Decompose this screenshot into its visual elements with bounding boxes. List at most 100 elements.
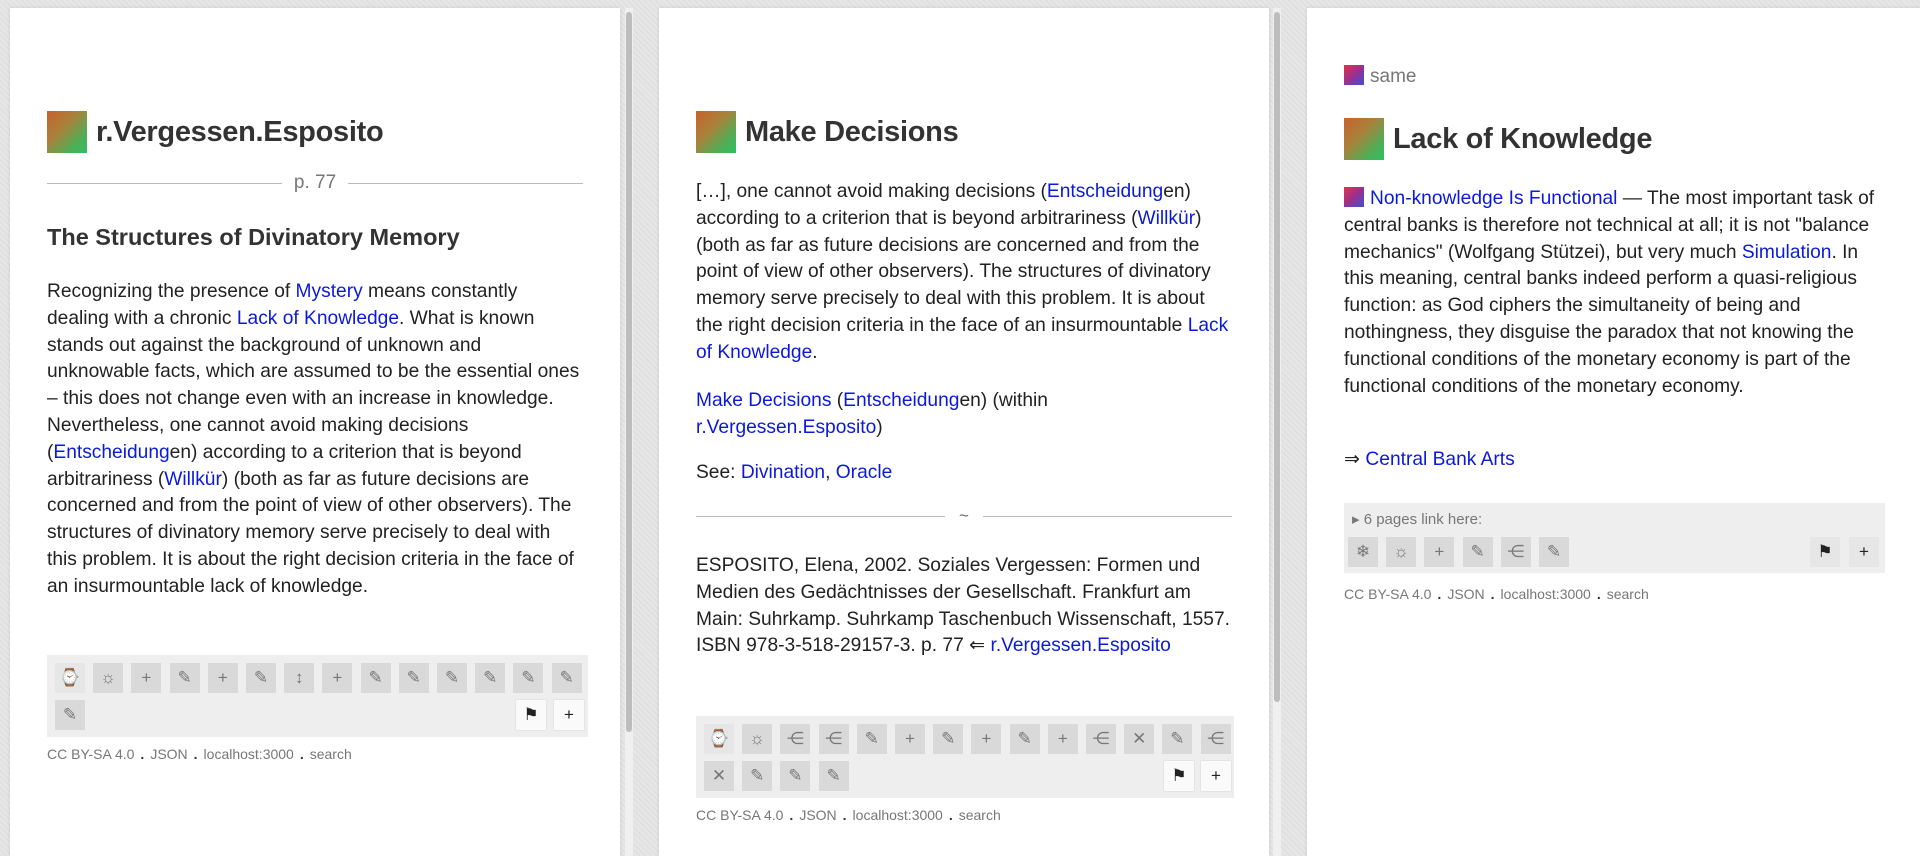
- wiki-link[interactable]: Divination: [741, 462, 825, 483]
- page-title[interactable]: Lack of Knowledge: [1393, 123, 1652, 156]
- fork-flag-button[interactable]: ⚑: [516, 700, 546, 730]
- context-paragraph: Make Decisions (Entscheidungen) (within …: [696, 388, 1232, 442]
- footer-separator: .: [140, 746, 145, 762]
- wiki-link[interactable]: r.Vergessen.Esposito: [990, 635, 1170, 656]
- footer-link[interactable]: localhost:3000: [1501, 586, 1591, 602]
- footer-link[interactable]: JSON: [799, 807, 836, 823]
- wiki-link[interactable]: Willkür: [164, 469, 222, 490]
- footer-link[interactable]: search: [959, 807, 1001, 823]
- journal-action-button[interactable]: ⋲: [780, 724, 811, 754]
- plus-icon: +: [332, 668, 343, 687]
- journal-action-button[interactable]: ✎: [1162, 724, 1193, 754]
- journal-action-button[interactable]: +: [971, 724, 1002, 754]
- journal-action-button[interactable]: ✎: [475, 663, 506, 693]
- page-footer: CC BY-SA 4.0. JSON. localhost:3000. search: [1344, 586, 1649, 602]
- journal-action-button[interactable]: ⌚: [55, 663, 85, 693]
- journal-action-button[interactable]: ✎: [169, 663, 200, 693]
- journal-action-button[interactable]: ✎: [513, 663, 544, 693]
- journal-action-button[interactable]: ☼: [742, 724, 773, 754]
- journal-action-button[interactable]: +: [131, 663, 162, 693]
- wiki-link[interactable]: Entscheidung: [843, 390, 959, 411]
- journal-action-button[interactable]: +: [322, 663, 353, 693]
- journal-action-button[interactable]: ✎: [780, 761, 811, 791]
- journal-action-button[interactable]: ⋲: [1200, 724, 1231, 754]
- page-title[interactable]: Make Decisions: [745, 116, 959, 149]
- journal-action-button[interactable]: ✎: [1462, 537, 1493, 567]
- scrollbar-thumb[interactable]: [1274, 12, 1280, 702]
- pencil-icon: ✎: [62, 705, 78, 724]
- add-factory-button[interactable]: +: [1849, 537, 1879, 567]
- journal-action-button[interactable]: ✎: [437, 663, 467, 693]
- journal-action-button[interactable]: ✎: [55, 700, 85, 730]
- footer-link[interactable]: CC BY-SA 4.0: [696, 807, 783, 823]
- journal-action-button[interactable]: ✎: [742, 761, 773, 791]
- journal-action-button[interactable]: ✕: [1124, 724, 1155, 754]
- journal-action-button[interactable]: ⋲: [1086, 724, 1116, 754]
- action-toolbar: ▸ 6 pages link here: ⚑ + ❄ ☼ + ✎ ⋲ ✎: [1344, 503, 1885, 573]
- page-flag-icon[interactable]: [47, 111, 87, 153]
- scrollbar[interactable]: [1273, 8, 1281, 856]
- separator-symbol: ~: [959, 506, 969, 525]
- wiki-link[interactable]: Lack of Knowledge: [237, 308, 399, 329]
- scrollbar[interactable]: [625, 8, 633, 856]
- journal-action-button[interactable]: ✎: [856, 724, 887, 754]
- footer-separator: .: [193, 746, 198, 762]
- page-header: r.Vergessen.Esposito: [47, 111, 583, 153]
- journal-action-button[interactable]: ✎: [551, 663, 582, 693]
- backlinks-toggle[interactable]: ▸ 6 pages link here:: [1352, 510, 1482, 528]
- page-flag-icon[interactable]: [1344, 118, 1384, 160]
- plus-icon: +: [217, 668, 228, 687]
- journal-action-button[interactable]: ⋲: [1500, 537, 1531, 567]
- scrollbar-thumb[interactable]: [626, 12, 632, 732]
- journal-action-button[interactable]: ✎: [360, 663, 391, 693]
- journal-action-button[interactable]: ✕: [704, 761, 734, 791]
- journal-action-button[interactable]: ✎: [933, 724, 964, 754]
- footer-link[interactable]: CC BY-SA 4.0: [1344, 586, 1431, 602]
- wiki-link[interactable]: Non-knowledge Is Functional: [1370, 188, 1617, 209]
- journal-action-button[interactable]: ❄: [1348, 537, 1378, 567]
- journal-action-button[interactable]: ☼: [93, 663, 124, 693]
- page-make-decisions: Make Decisions […], one cannot avoid mak…: [659, 8, 1269, 856]
- journal-action-button[interactable]: ⌚: [704, 724, 734, 754]
- journal-action-button[interactable]: ✎: [1539, 537, 1569, 567]
- footer-link[interactable]: JSON: [1447, 586, 1484, 602]
- sun-icon: ☼: [100, 668, 116, 687]
- journal-action-button[interactable]: +: [1424, 537, 1455, 567]
- wiki-link[interactable]: Mystery: [296, 281, 363, 302]
- wiki-link[interactable]: Simulation: [1742, 242, 1832, 263]
- footer-link[interactable]: JSON: [150, 746, 187, 762]
- central-bank-arts-link[interactable]: Central Bank Arts: [1365, 449, 1514, 470]
- add-icon: +: [1211, 766, 1221, 785]
- footer-link[interactable]: localhost:3000: [853, 807, 943, 823]
- wiki-link[interactable]: r.Vergessen.Esposito: [696, 417, 876, 438]
- pencil-icon: ✎: [826, 766, 841, 785]
- journal-action-button[interactable]: ✎: [1009, 724, 1040, 754]
- fork-icon: ⋲: [1507, 542, 1525, 561]
- footer-link[interactable]: localhost:3000: [204, 746, 294, 762]
- journal-action-button[interactable]: +: [1047, 724, 1078, 754]
- journal-action-button[interactable]: ✎: [818, 761, 849, 791]
- wiki-link[interactable]: Entscheidung: [53, 442, 169, 463]
- page-title[interactable]: r.Vergessen.Esposito: [96, 116, 384, 149]
- fork-flag-button[interactable]: ⚑: [1164, 761, 1194, 791]
- remove-icon: ✕: [1132, 729, 1147, 748]
- fork-flag-button[interactable]: ⚑: [1810, 537, 1840, 567]
- journal-action-button[interactable]: +: [207, 663, 238, 693]
- journal-action-button[interactable]: ↕: [284, 663, 315, 693]
- wiki-link[interactable]: Oracle: [836, 462, 893, 483]
- page-flag-icon[interactable]: [696, 111, 736, 153]
- journal-action-button[interactable]: ☼: [1386, 537, 1417, 567]
- journal-action-button[interactable]: ✎: [246, 663, 276, 693]
- wiki-link[interactable]: Entscheidung: [1047, 181, 1163, 202]
- wiki-link[interactable]: Willkür: [1138, 208, 1196, 229]
- add-factory-button[interactable]: +: [554, 700, 584, 730]
- add-factory-button[interactable]: +: [1201, 761, 1231, 791]
- journal-action-button[interactable]: ✎: [398, 663, 429, 693]
- wiki-link[interactable]: Make Decisions: [696, 390, 831, 411]
- footer-link[interactable]: search: [1607, 586, 1649, 602]
- journal-action-button[interactable]: ⋲: [818, 724, 849, 754]
- footer-link[interactable]: CC BY-SA 4.0: [47, 746, 134, 762]
- footer-link[interactable]: search: [310, 746, 352, 762]
- journal-action-button[interactable]: +: [895, 724, 925, 754]
- pencil-icon: ✎: [444, 668, 460, 687]
